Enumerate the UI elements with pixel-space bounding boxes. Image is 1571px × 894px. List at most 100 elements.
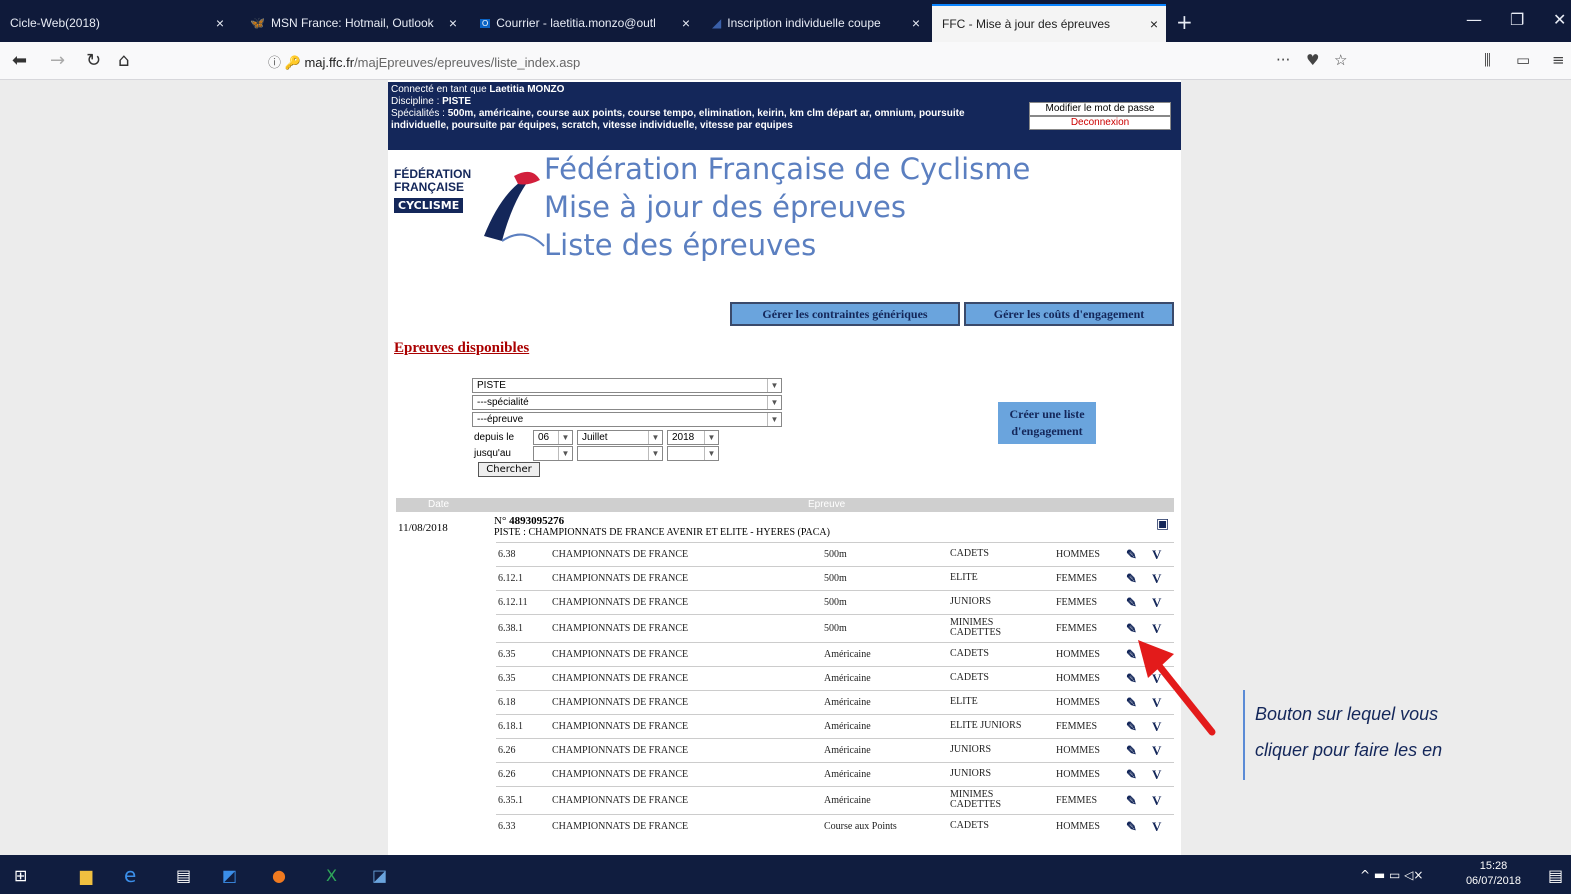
to-month-select[interactable]: ▼	[577, 446, 663, 461]
browser-tab-bar: Cicle-Web(2018) × 🦋 MSN France: Hotmail,…	[0, 0, 1571, 42]
tab-msn[interactable]: 🦋 MSN France: Hotmail, Outlook ×	[240, 4, 465, 42]
row-sex: FEMMES	[1056, 597, 1098, 608]
reload-icon[interactable]: ↻	[86, 50, 101, 71]
row-category: CADETS	[950, 820, 989, 831]
table-row: 6.35 CHAMPIONNATS DE FRANCE Américaine CADE…	[496, 666, 1174, 690]
outlook-app-icon[interactable]: ◩	[222, 866, 237, 885]
pocket-icon[interactable]: ♥	[1306, 51, 1319, 69]
row-spec: Américaine	[824, 721, 871, 732]
minimize-icon[interactable]: —	[1466, 10, 1482, 29]
home-icon[interactable]: ⌂	[118, 50, 129, 71]
more-icon[interactable]: ···	[1276, 51, 1290, 69]
create-engagement-list-button[interactable]: Créer une liste d'engagement	[998, 402, 1096, 444]
row-category: ELITE JUNIORS	[950, 720, 1022, 731]
from-month-select[interactable]: Juillet ▼	[577, 430, 663, 445]
windows-taskbar: ⊞ ▆ e ▤ ◩ ● X ◪ ^ ▬ ▭ ◁× 15:28 06/07/201…	[0, 855, 1571, 894]
sidebar-icon[interactable]: ▭	[1516, 51, 1530, 69]
change-password-button[interactable]: Modifier le mot de passe	[1029, 102, 1171, 116]
row-spec: Américaine	[824, 769, 871, 780]
edit-engagement-icon[interactable]: ✎	[1126, 621, 1137, 637]
event-title: PISTE : CHAMPIONNATS DE FRANCE AVENIR ET…	[494, 527, 830, 538]
close-icon[interactable]: ×	[912, 15, 920, 31]
row-spec: Course aux Points	[824, 821, 897, 832]
system-tray-icon[interactable]: ^ ▬ ▭ ◁×	[1360, 868, 1423, 882]
from-year-select[interactable]: 2018 ▼	[667, 430, 719, 445]
tab-label: Inscription individuelle coupe	[727, 16, 881, 30]
url-bar[interactable]: ⓘ 🔑 maj.ffc.fr/majEpreuves/epreuves/list…	[268, 52, 580, 71]
system-clock[interactable]: 15:28 06/07/2018	[1466, 859, 1521, 889]
print-icon[interactable]: ▣	[1156, 516, 1169, 532]
notifications-icon[interactable]: ▤	[1548, 866, 1563, 885]
tab-inscription[interactable]: ◢ Inscription individuelle coupe ×	[702, 4, 928, 42]
epreuve-select[interactable]: ---épreuve ▼	[472, 412, 782, 427]
row-category: JUNIORS	[950, 768, 992, 779]
validate-check-icon[interactable]: V	[1152, 571, 1161, 587]
validate-check-icon[interactable]: V	[1152, 819, 1161, 835]
file-explorer-icon[interactable]: ▆	[80, 866, 92, 885]
windows-start-icon[interactable]: ⊞	[14, 866, 27, 885]
validate-check-icon[interactable]: V	[1152, 621, 1161, 637]
row-category: CADETS	[950, 672, 989, 683]
row-code: 6.33	[498, 821, 516, 832]
row-category: CADETS	[950, 548, 989, 559]
edge-icon[interactable]: e	[124, 863, 136, 887]
bookmark-star-icon[interactable]: ☆	[1334, 51, 1347, 69]
photos-icon[interactable]: ◪	[372, 866, 387, 885]
excel-icon[interactable]: X	[326, 866, 337, 885]
menu-icon[interactable]: ≡	[1552, 51, 1565, 69]
edit-engagement-icon[interactable]: ✎	[1126, 743, 1137, 759]
row-name: CHAMPIONNATS DE FRANCE	[552, 673, 689, 684]
tab-ffc-active[interactable]: FFC - Mise à jour des épreuves ×	[932, 4, 1166, 42]
library-icon[interactable]: ⫼	[1484, 51, 1491, 69]
tab-cicle-web[interactable]: Cicle-Web(2018) ×	[0, 4, 232, 42]
edit-engagement-icon[interactable]: ✎	[1126, 793, 1137, 809]
edit-engagement-icon[interactable]: ✎	[1126, 819, 1137, 835]
new-tab-button[interactable]: +	[1176, 10, 1193, 34]
window-close-icon[interactable]: ✕	[1553, 10, 1566, 29]
key-icon: 🔑	[284, 55, 301, 70]
row-name: CHAMPIONNATS DE FRANCE	[552, 745, 689, 756]
close-icon[interactable]: ×	[216, 15, 224, 31]
manage-costs-button[interactable]: Gérer les coûts d'engagement	[964, 302, 1174, 326]
manage-constraints-button[interactable]: Gérer les contraintes génériques	[730, 302, 960, 326]
row-code: 6.12.1	[498, 573, 523, 584]
edit-engagement-icon[interactable]: ✎	[1126, 571, 1137, 587]
validate-check-icon[interactable]: V	[1152, 793, 1161, 809]
close-icon[interactable]: ×	[1150, 16, 1158, 32]
forward-icon[interactable]: →	[50, 50, 65, 71]
close-icon[interactable]: ×	[449, 15, 457, 31]
validate-check-icon[interactable]: V	[1152, 547, 1161, 563]
validate-check-icon[interactable]: V	[1152, 595, 1161, 611]
table-row: 6.35.1 CHAMPIONNATS DE FRANCE Américaine MI…	[496, 786, 1174, 814]
to-day-select[interactable]: ▼	[533, 446, 573, 461]
row-category: CADETS	[950, 648, 989, 659]
edit-engagement-icon[interactable]: ✎	[1126, 767, 1137, 783]
row-code: 6.35	[498, 673, 516, 684]
logout-button[interactable]: Deconnexion	[1029, 116, 1171, 130]
row-spec: Américaine	[824, 745, 871, 756]
from-day-select[interactable]: 06 ▼	[533, 430, 573, 445]
user-name: Laetitia MONZO	[489, 84, 565, 95]
firefox-icon[interactable]: ●	[272, 866, 286, 885]
discipline-select[interactable]: PISTE ▼	[472, 378, 782, 393]
edit-engagement-icon[interactable]: ✎	[1126, 547, 1137, 563]
restore-icon[interactable]: ❐	[1510, 10, 1524, 29]
row-name: CHAMPIONNATS DE FRANCE	[552, 721, 689, 732]
tab-courrier[interactable]: O Courrier - laetitia.monzo@outl ×	[470, 4, 698, 42]
store-icon[interactable]: ▤	[176, 866, 191, 885]
validate-check-icon[interactable]: V	[1152, 743, 1161, 759]
validate-check-icon[interactable]: V	[1152, 767, 1161, 783]
row-sex: FEMMES	[1056, 623, 1098, 634]
row-sex: FEMMES	[1056, 573, 1098, 584]
search-button[interactable]: Chercher	[478, 462, 540, 477]
row-code: 6.35	[498, 649, 516, 660]
row-spec: 500m	[824, 597, 847, 608]
row-name: CHAMPIONNATS DE FRANCE	[552, 549, 689, 560]
close-icon[interactable]: ×	[682, 15, 690, 31]
back-icon[interactable]: ⬅	[12, 50, 27, 71]
annotation-bar	[1243, 690, 1245, 780]
row-name: CHAMPIONNATS DE FRANCE	[552, 597, 689, 608]
edit-engagement-icon[interactable]: ✎	[1126, 595, 1137, 611]
specialite-select[interactable]: ---spécialité ▼	[472, 395, 782, 410]
to-year-select[interactable]: ▼	[667, 446, 719, 461]
